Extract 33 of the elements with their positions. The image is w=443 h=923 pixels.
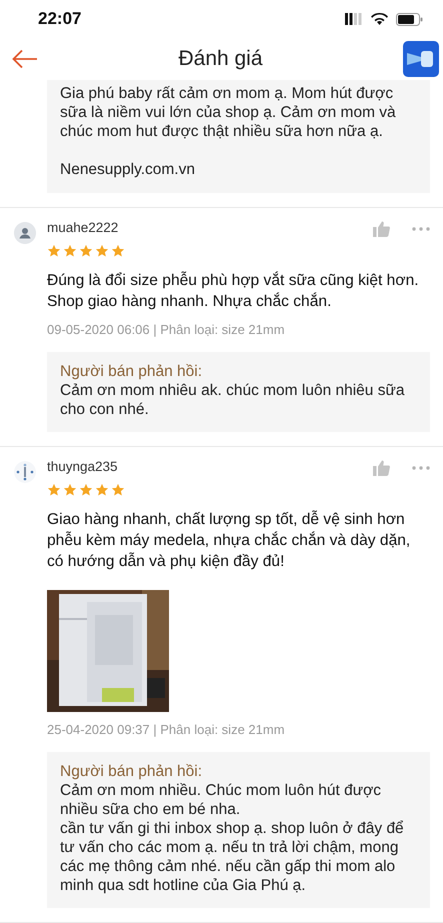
reply-label: Người bán phản hồi:: [60, 362, 204, 381]
more-icon[interactable]: [412, 466, 430, 470]
star-icon: [111, 483, 125, 497]
battery-icon: [396, 12, 423, 26]
avatar-icon: [14, 461, 36, 483]
review-text: Giao hàng nhanh, chất lượng sp tốt, dễ vệ sinh hơn phễu kèm máy medela, nhựa chắc chắn và dày dặn, có hướng dẫn và phụ kiện đầy đủ!: [47, 510, 412, 572]
username[interactable]: thuynga235: [47, 459, 373, 474]
star-icon: [63, 244, 77, 258]
thumbs-up-icon[interactable]: [373, 221, 390, 237]
more-icon[interactable]: [412, 227, 430, 231]
reply-text: Cảm ơn mom nhiều. Chúc mom luôn hút được nhiều sữa cho em bé nha. cần tư vấn gi thi inbox shop ạ. shop luôn ở đây để tư vấn cho các mom ạ. nếu tn trả lời chậm, mong các mẹ thông cảm nhé. nếu cần gấp thi mom alo minh qua sdt hotline của Gia Phú ạ.: [60, 781, 405, 895]
review-meta: 09-05-2020 06:06 | Phân loại: size 21mm: [47, 322, 286, 337]
star-icon: [63, 483, 77, 497]
app-logo-icon[interactable]: [403, 41, 439, 78]
page-title: Đánh giá: [178, 47, 263, 72]
star-icon: [47, 483, 61, 497]
status-time: 22:07: [38, 9, 82, 30]
signal-icon: [345, 13, 363, 26]
star-icon: [79, 244, 93, 258]
star-icon: [95, 244, 109, 258]
back-icon[interactable]: [12, 49, 38, 70]
thumbs-up-icon[interactable]: [373, 460, 390, 476]
reply-text: Gia phú baby rất cảm ơn mom ạ. Mom hút được sữa là niềm vui lớn của shop ạ. Cảm ơn mom và chúc mom hut được thật nhiều sữa hơn nữa ạ. Nenesupply.com.vn: [60, 84, 397, 179]
star-icon: [111, 244, 125, 258]
review-text: Đúng là đổi size phễu phù hợp vắt sữa cũng kiệt hơn. Shop giao hàng nhanh. Nhựa chắc chắn.: [47, 270, 420, 312]
reply-text: Cảm ơn mom nhiêu ak. chúc mom luôn nhiêu sữa cho con nhé.: [60, 381, 406, 419]
star-icon: [95, 483, 109, 497]
username[interactable]: muahe2222: [47, 220, 373, 235]
wifi-icon: [371, 13, 388, 26]
star-icon: [47, 244, 61, 258]
star-icon: [79, 483, 93, 497]
review-meta: 25-04-2020 09:37 | Phân loại: size 21mm: [47, 722, 286, 737]
reply-label: Người bán phản hồi:: [60, 762, 204, 781]
